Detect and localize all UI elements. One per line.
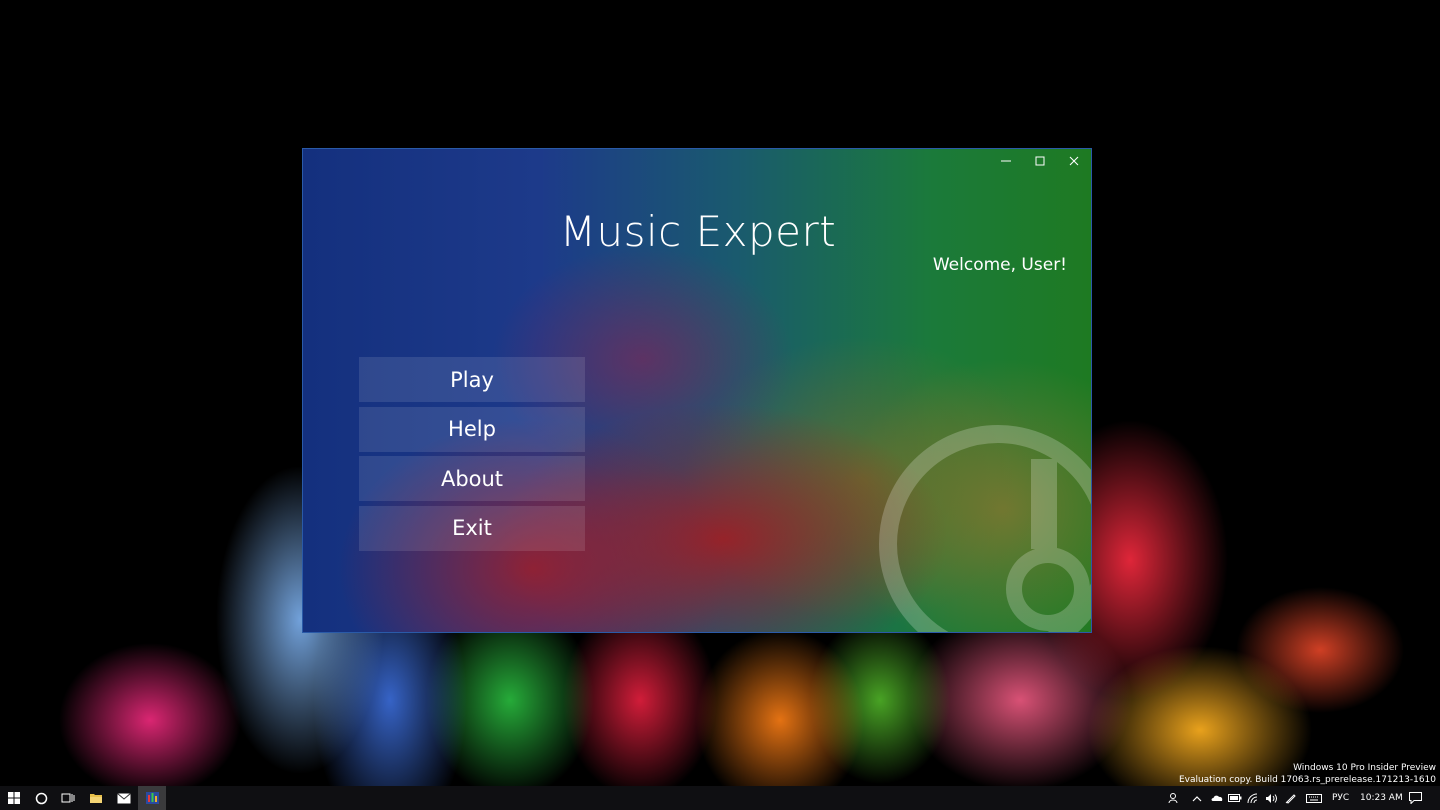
file-explorer-icon [90,794,102,803]
taskbar-clock[interactable]: 10:23 AM [1360,786,1403,810]
close-button[interactable] [1057,149,1091,173]
mail-icon [117,792,131,803]
battery-icon [1228,794,1242,802]
onedrive-cloud-icon [1211,795,1222,801]
watermark-line-build: Evaluation copy. Build 17063.rs_prerelea… [1178,775,1436,785]
action-center-button[interactable] [1402,786,1428,810]
volume-button[interactable] [1260,786,1282,810]
desktop: Music Expert Welcome, User! Play Help Ab… [0,0,1440,810]
music-watermark-icon [879,425,1091,632]
close-icon [1069,156,1079,166]
people-icon [1168,793,1178,804]
exit-button[interactable]: Exit [359,505,585,551]
windows-ink-button[interactable] [1280,786,1302,810]
volume-icon [1265,793,1277,803]
about-button[interactable]: About [359,456,585,501]
pen-icon [1285,794,1296,804]
mail-button[interactable] [110,786,138,810]
main-menu: Play Help About Exit [359,357,585,555]
music-expert-app-icon [145,792,159,804]
help-button[interactable]: Help [359,406,585,452]
keyboard-icon [1306,793,1322,803]
watermark-line-edition: Windows 10 Pro Insider Preview [1293,763,1436,773]
minimize-icon [1001,160,1011,162]
cortana-button[interactable] [27,786,55,810]
maximize-button[interactable] [1023,149,1057,173]
music-expert-window: Music Expert Welcome, User! Play Help Ab… [302,148,1092,633]
notifications-icon [1408,792,1422,804]
wifi-icon [1247,793,1258,803]
play-button[interactable]: Play [359,357,585,402]
start-button[interactable] [0,786,28,810]
input-language-indicator[interactable]: РУС [1332,786,1349,810]
file-explorer-button[interactable] [82,786,110,810]
chevron-up-icon [1192,795,1202,801]
cortana-search-icon [35,792,47,804]
welcome-message: Welcome, User! [932,255,1067,275]
people-button[interactable] [1162,786,1186,810]
minimize-button[interactable] [989,149,1023,173]
app-title: Music Expert [559,207,837,256]
touch-keyboard-button[interactable] [1302,786,1326,810]
task-view-button[interactable] [54,786,82,810]
music-expert-taskbar-button[interactable] [138,786,166,810]
windows-start-icon [8,792,20,804]
taskbar: РУС 10:23 AM [0,786,1440,810]
maximize-icon [1035,156,1045,166]
task-view-icon [61,793,75,803]
windows-evaluation-watermark: Windows 10 Pro Insider Preview Evaluatio… [1179,762,1436,786]
show-hidden-icons-button[interactable] [1186,786,1208,810]
